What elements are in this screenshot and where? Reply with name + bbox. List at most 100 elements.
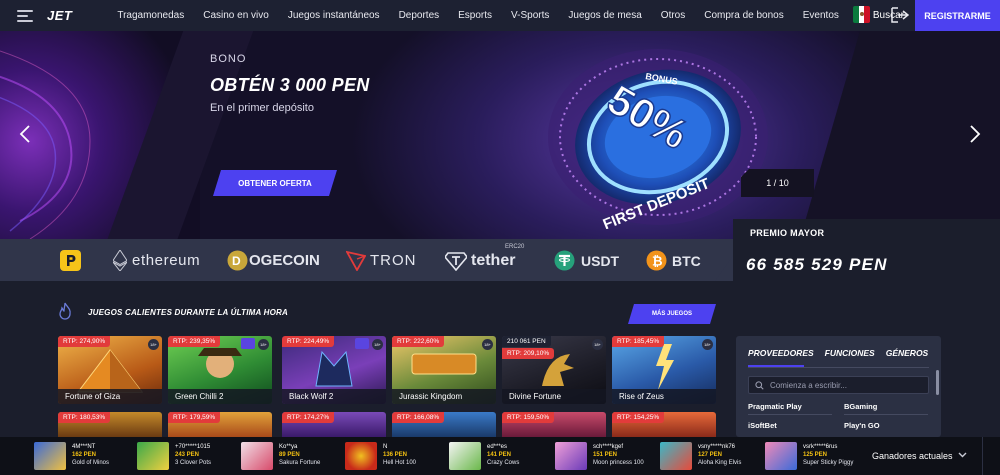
game-rtp-badge: RTP: 222,60% (392, 336, 445, 347)
game-card-black-wolf-2[interactable]: RTP: 224,49% 18+ Black Wolf 2 (282, 336, 386, 404)
game-card-rise-of-zeus[interactable]: RTP: 185,45% 18+ Rise of Zeus (612, 336, 716, 404)
winner-amount: 141 PEN (487, 452, 512, 458)
winner-game-thumb (345, 442, 377, 470)
chevron-down-icon[interactable] (958, 450, 967, 459)
provider-isoftbet[interactable]: iSoftBet (748, 421, 777, 430)
logo[interactable]: JET (47, 8, 72, 23)
game-card-fortune-of-giza[interactable]: RTP: 274,90% 18+ Fortune of Giza (58, 336, 162, 404)
nav-v-sports[interactable]: V-Sports (511, 10, 549, 21)
game-card-jurassic-kingdom[interactable]: RTP: 222,60% 18+ Jurassic Kingdom (392, 336, 496, 404)
diamond-icon (355, 338, 369, 349)
provider-scrollbar[interactable] (936, 370, 939, 395)
age-badge: 18+ (702, 339, 713, 350)
usdt-label: USDT (581, 252, 620, 269)
provider-pragmatic-play[interactable]: Pragmatic Play (748, 402, 802, 411)
jackpot-label: PREMIO MAYOR (750, 228, 825, 238)
slide-pager: 1 / 10 (741, 169, 814, 197)
search-icon (755, 380, 764, 390)
next-slide-icon[interactable] (969, 125, 981, 143)
game-rtp-badge: RTP: 180,53% (58, 412, 111, 423)
tab-proveedores[interactable]: PROVEEDORES (748, 348, 814, 358)
winner-amount: 151 PEN (593, 452, 618, 458)
nav-otros[interactable]: Otros (661, 10, 685, 21)
svg-text:₿: ₿ (652, 254, 663, 269)
menu-icon[interactable] (17, 9, 33, 22)
svg-text:D: D (232, 254, 241, 268)
game-card-divine-fortune[interactable]: 210 061 PEN RTP: 209,10% 18+ Divine Fort… (502, 336, 606, 404)
winner-amount: 127 PEN (698, 452, 723, 458)
tab-funciones[interactable]: FUNCIONES (825, 348, 875, 358)
provider-search-placeholder: Comienza a escribir... (770, 380, 847, 390)
tron-label: TRON (370, 252, 417, 269)
winner-user: ed***es (487, 444, 508, 450)
hero-subtitle: En el primer depósito (210, 102, 314, 114)
nav-eventos[interactable]: Eventos (803, 10, 839, 21)
game-jackpot-badge: 210 061 PEN (502, 336, 551, 347)
game-rtp-badge: RTP: 224,49% (282, 336, 335, 347)
ethereum-logo: ethereum (113, 250, 200, 271)
winner-amount: 125 PEN (803, 452, 828, 458)
dogecoin-icon: D (227, 250, 248, 271)
game-card-row2[interactable]: RTP: 159,50% (502, 412, 606, 437)
mexico-flag-icon[interactable] (853, 6, 870, 23)
nav-juegos-de-mesa[interactable]: Juegos de mesa (568, 10, 641, 21)
winner-game-thumb (241, 442, 273, 470)
winner-game: Sakura Fortune (279, 460, 321, 466)
more-games-button[interactable]: MÁS JUEGOS (628, 304, 716, 324)
game-card-row2[interactable]: RTP: 166,08% (392, 412, 496, 437)
game-card-green-chilli-2[interactable]: RTP: 239,35% 18+ Green Chilli 2 (168, 336, 272, 404)
game-card-row2[interactable]: RTP: 174,27% (282, 412, 386, 437)
prev-slide-icon[interactable] (19, 125, 31, 143)
game-rtp-badge: RTP: 274,90% (58, 336, 111, 347)
nav-casino-en-vivo[interactable]: Casino en vivo (203, 10, 269, 21)
nav-deportes[interactable]: Deportes (399, 10, 440, 21)
diamond-icon (241, 338, 255, 349)
section-title: JUEGOS CALIENTES DURANTE LA ÚLTIMA HORA (88, 308, 288, 317)
winner-user: N (383, 444, 388, 450)
btc-label: BTC (672, 252, 701, 269)
game-rtp-badge: RTP: 239,35% (168, 336, 221, 347)
game-card-row2[interactable]: RTP: 179,59% (168, 412, 272, 437)
login-icon[interactable] (891, 7, 909, 23)
age-badge: 18+ (482, 339, 493, 350)
winner-game-thumb (660, 442, 692, 470)
winner-game: Super Sticky Piggy (803, 460, 854, 466)
game-name: Green Chilli 2 (168, 389, 272, 404)
winner-game-thumb (449, 442, 481, 470)
casino-app: { "header": { "logo": "JET", "nav": ["Tr… (0, 0, 1000, 475)
game-name: Black Wolf 2 (282, 389, 386, 404)
tab-generos[interactable]: GÉNEROS (886, 348, 929, 358)
game-rtp-badge: RTP: 174,27% (282, 412, 335, 423)
btc-logo: ₿ BTC (646, 250, 701, 271)
winner-user: vsrk*****6rus (803, 444, 838, 450)
register-button[interactable]: REGISTRARME (915, 0, 1000, 31)
tether-logo: tether ERC20 (445, 244, 524, 271)
winner-user: +70*****1015 (175, 444, 211, 450)
provider-search-input[interactable]: Comienza a escribir... (748, 376, 929, 394)
game-rtp-badge: RTP: 159,50% (502, 412, 555, 423)
provider-playn-go[interactable]: Play'n GO (844, 421, 880, 430)
game-card-row2[interactable]: RTP: 154,25% (612, 412, 716, 437)
game-rtp-badge: RTP: 209,10% (502, 348, 555, 359)
provider-bgaming[interactable]: BGaming (844, 402, 877, 411)
top-header: JET Tragamonedas Casino en vivo Juegos i… (0, 0, 1000, 31)
age-badge: 18+ (592, 339, 603, 350)
nav-juegos-instantaneos[interactable]: Juegos instantáneos (288, 10, 380, 21)
fire-icon (59, 302, 71, 320)
tabs-divider (748, 367, 929, 368)
winner-game: Crazy Cows (487, 460, 520, 466)
nav-tragamonedas[interactable]: Tragamonedas (117, 10, 184, 21)
game-name: Fortune of Giza (58, 389, 162, 404)
main-nav: Tragamonedas Casino en vivo Juegos insta… (117, 10, 858, 21)
winners-divider (982, 437, 983, 475)
pix-logo (60, 250, 81, 271)
winner-game: Gold of Minos (72, 460, 110, 466)
get-offer-button[interactable]: OBTENER OFERTA (213, 170, 337, 196)
nav-compra-de-bonos[interactable]: Compra de bonos (704, 10, 784, 21)
winner-amount: 89 PEN (279, 452, 300, 458)
game-card-row2[interactable]: RTP: 180,53% (58, 412, 162, 437)
hero-eyebrow: BONO (210, 53, 247, 65)
nav-esports[interactable]: Esports (458, 10, 492, 21)
usdt-icon (554, 250, 575, 271)
game-name: Jurassic Kingdom (392, 389, 496, 404)
